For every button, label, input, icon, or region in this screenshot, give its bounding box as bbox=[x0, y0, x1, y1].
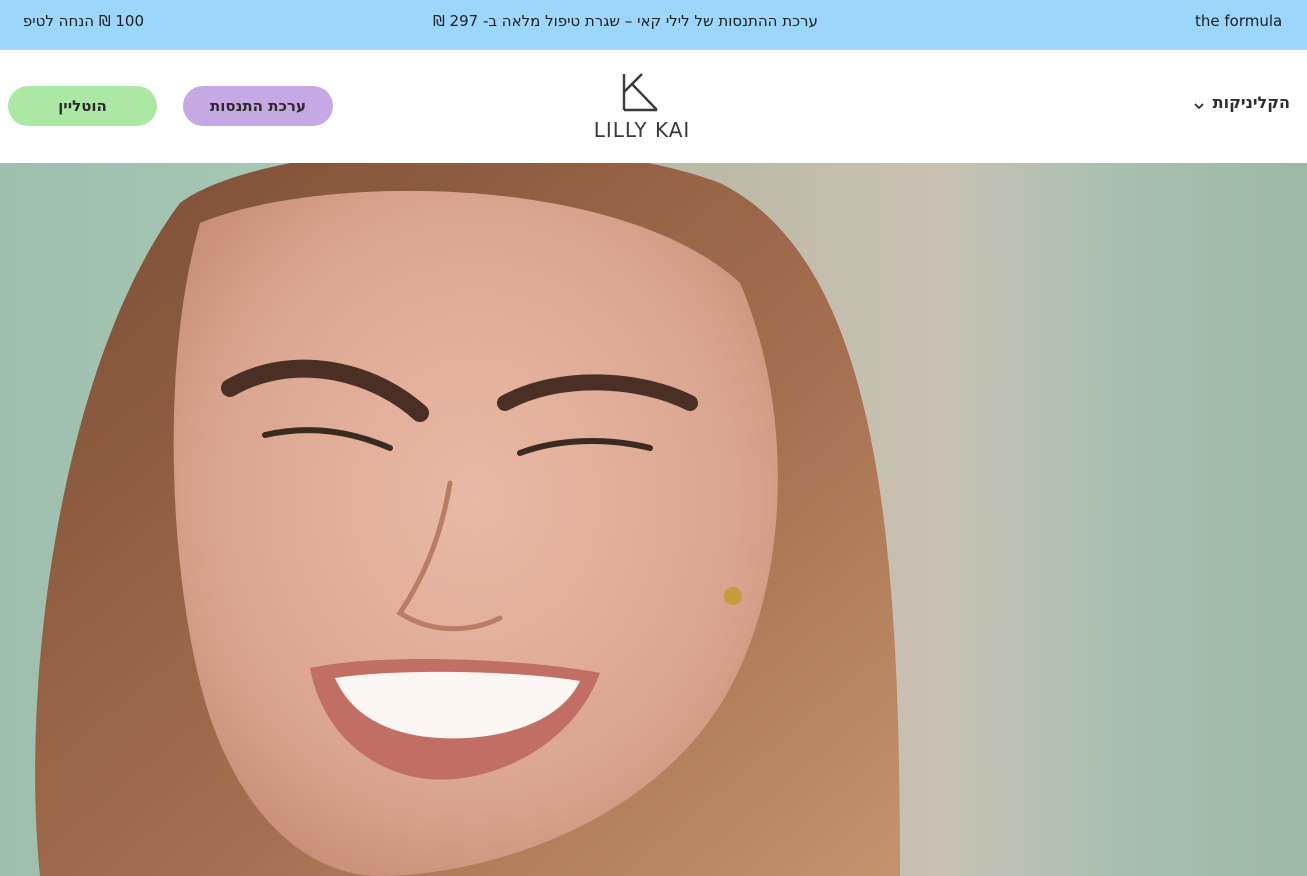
hero-portrait-illustration bbox=[35, 163, 900, 876]
clinics-menu[interactable]: הקליניקות bbox=[1193, 93, 1290, 112]
site-header: הוטליין ערכת התנסות LILLY KAI הקליניקות bbox=[0, 50, 1307, 163]
chevron-down-icon bbox=[1193, 97, 1205, 109]
logo-wordmark: LILLY KAI bbox=[593, 118, 691, 142]
clinics-menu-label: הקליניקות bbox=[1212, 93, 1290, 112]
announcement-bar: 100 ₪ הנחה לטיפ ערכת ההתנסות של לילי קאי… bbox=[0, 0, 1307, 50]
announcement-text-right[interactable]: the formula bbox=[1195, 12, 1282, 30]
trial-kit-button[interactable]: ערכת התנסות bbox=[183, 86, 333, 126]
logo-k-icon bbox=[622, 73, 658, 112]
hotline-button[interactable]: הוטליין bbox=[8, 86, 157, 126]
hero-video[interactable] bbox=[0, 163, 1307, 876]
announcement-text-center[interactable]: ערכת ההתנסות של לילי קאי – שגרת טיפול מל… bbox=[433, 12, 818, 30]
site-logo[interactable]: LILLY KAI bbox=[578, 70, 706, 144]
announcement-text-left[interactable]: 100 ₪ הנחה לטיפ bbox=[23, 12, 144, 30]
